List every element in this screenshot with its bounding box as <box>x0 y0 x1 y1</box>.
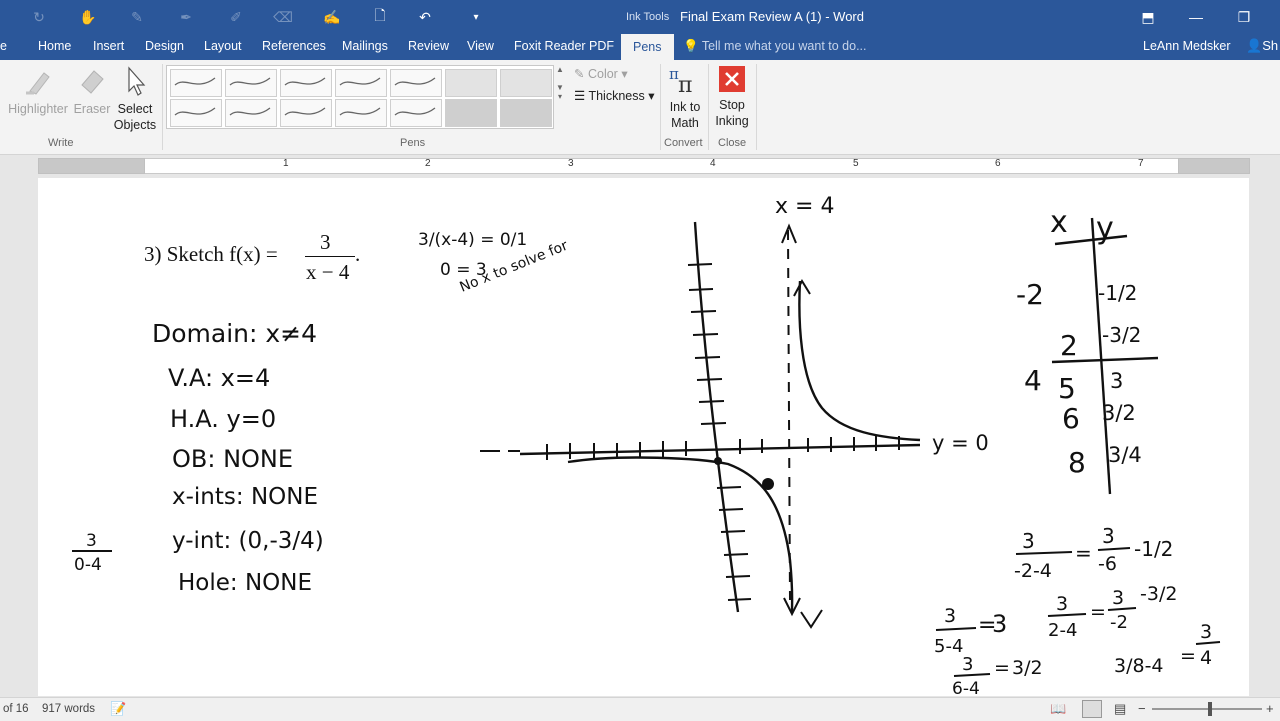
ink-layer: Domain: x≠4 V.A: x=4 H.A. y=0 OB: NONE x… <box>72 194 1221 699</box>
proofing-icon[interactable]: 📝 <box>110 701 126 717</box>
yint-note: y-int: (0,-3/4) <box>172 528 324 554</box>
page-count[interactable]: of 16 <box>3 703 29 715</box>
calc-den: -2-4 <box>1014 560 1052 582</box>
table-y-head: y <box>1096 211 1114 246</box>
right-branch-arrow <box>793 278 811 297</box>
calc-result: -1/2 <box>1134 537 1173 561</box>
calc-expression: 3/8-4 <box>1114 655 1164 677</box>
zoom-slider-thumb[interactable] <box>1208 702 1212 716</box>
calc-num: 3 <box>1022 529 1035 553</box>
calc-den: -2 <box>1110 612 1128 633</box>
table-x-value: 6 <box>1062 402 1080 435</box>
x-axis <box>519 443 921 456</box>
y-axis-ticks <box>687 263 752 601</box>
table-y-value: 3/4 <box>1108 443 1142 467</box>
print-layout-icon[interactable] <box>1082 700 1102 718</box>
calc-eq: = <box>1090 601 1106 623</box>
table-x-head: x <box>1050 205 1068 240</box>
calc-bar <box>953 673 991 677</box>
y-axis <box>693 221 740 613</box>
calc-num: 3 <box>944 605 956 627</box>
calc-num: 3 <box>1102 524 1115 548</box>
table-y-value: 3 <box>1110 369 1123 393</box>
table-y-value: -1/2 <box>1098 281 1137 305</box>
word-count[interactable]: 917 words <box>42 703 95 715</box>
plotted-point <box>762 478 774 490</box>
status-bar: of 16 917 words 📝 📖 ▤ − + <box>0 697 1280 721</box>
calc-bar <box>1097 547 1131 551</box>
left-branch <box>567 456 794 613</box>
calc-4: 3 6-4 = 3/2 <box>952 654 1043 699</box>
table-x-value: 5 <box>1058 372 1076 405</box>
ha-note: H.A. y=0 <box>170 405 276 433</box>
asymptote-arrow-down <box>800 609 823 629</box>
table-y-value: 3/2 <box>1102 401 1136 425</box>
zoom-in-icon[interactable]: + <box>1266 701 1274 716</box>
read-mode-icon[interactable]: 📖 <box>1050 701 1066 717</box>
calc-5: 3/8-4 = 3 4 <box>1114 621 1221 677</box>
calc-eq: = <box>994 657 1010 679</box>
calc-den: 2-4 <box>1048 620 1077 641</box>
hole-note: Hole: NONE <box>178 570 312 596</box>
calc-den: 6-4 <box>952 679 980 699</box>
right-branch <box>798 280 921 442</box>
zoom-out-icon[interactable]: − <box>1138 701 1146 716</box>
side-fraction-den: 0-4 <box>74 555 102 575</box>
va-label: x = 4 <box>775 194 834 219</box>
table-x-value: -2 <box>1016 278 1044 311</box>
solve-line-1: 3/(x-4) = 0/1 <box>418 230 527 250</box>
va-note: V.A: x=4 <box>168 364 270 392</box>
calc-den: -6 <box>1098 553 1117 575</box>
table-side-note: 4 <box>1024 364 1042 397</box>
calc-num: 3 <box>1200 621 1212 643</box>
xints-note: x-ints: NONE <box>172 484 318 510</box>
calc-num: 3 <box>962 654 973 675</box>
calc-num: 3 <box>1056 593 1068 615</box>
y-intercept-point <box>714 457 722 465</box>
table-y-value: -3/2 <box>1102 323 1141 347</box>
calc-bar <box>935 627 977 631</box>
calc-3: 3 5-4 = 3 <box>934 605 1007 657</box>
calc-num: 3 <box>1112 587 1124 609</box>
calc-den: 5-4 <box>934 636 963 657</box>
graph <box>480 221 921 629</box>
calc-result: 3 <box>992 610 1007 638</box>
calc-den: 4 <box>1200 647 1212 669</box>
table-x-value: 8 <box>1068 446 1086 479</box>
domain-note: Domain: x≠4 <box>152 319 317 348</box>
calc-eq: = <box>1180 645 1196 667</box>
web-layout-icon[interactable]: ▤ <box>1114 701 1126 717</box>
zoom-slider-track[interactable] <box>1152 708 1262 710</box>
calc-eq: = <box>1075 541 1092 565</box>
calc-1: 3 -2-4 = 3 -6 -1/2 <box>1014 524 1173 582</box>
x-axis-ticks <box>546 436 900 460</box>
side-fraction-num: 3 <box>86 531 97 551</box>
calc-result: 3/2 <box>1012 657 1043 679</box>
table-x-value: 2 <box>1060 329 1078 362</box>
calc-result: -3/2 <box>1140 583 1177 605</box>
calc-bar <box>1047 613 1087 617</box>
ob-note: OB: NONE <box>172 445 293 473</box>
ha-label: y = 0 <box>932 431 989 455</box>
calc-2: 3 2-4 = 3 -2 -3/2 <box>1047 583 1177 641</box>
